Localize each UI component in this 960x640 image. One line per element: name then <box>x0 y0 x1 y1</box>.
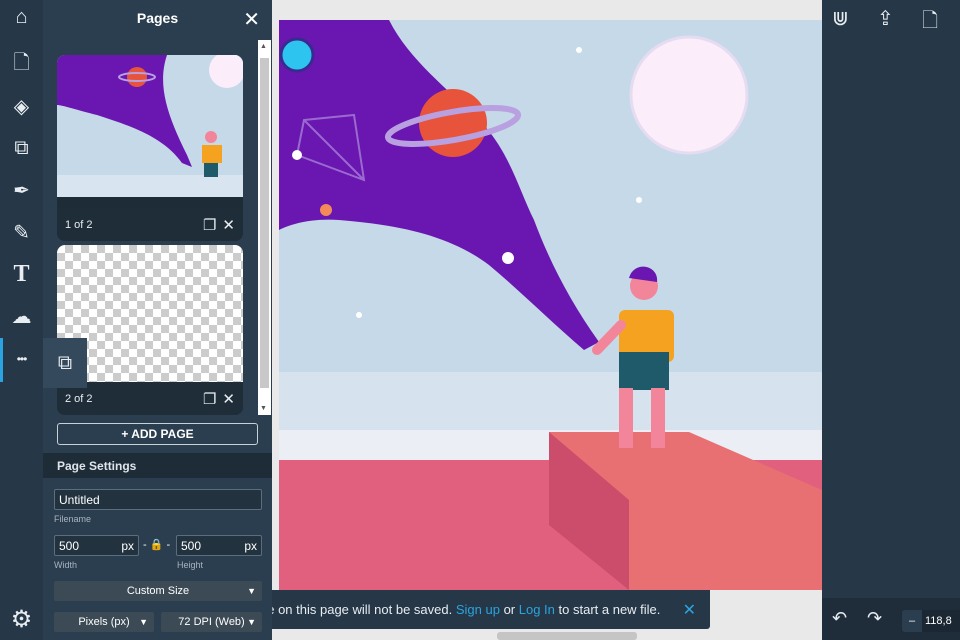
filename-label: Filename <box>54 514 92 524</box>
page-1-preview <box>57 55 243 197</box>
redo-icon[interactable]: ↷ <box>867 608 882 629</box>
delete-page-icon[interactable]: ✕ <box>222 390 235 408</box>
width-value: 500 <box>59 538 80 553</box>
toast-message: de on this page will not be saved. Sign … <box>272 602 660 617</box>
upload-icon[interactable]: ⇪ <box>877 6 894 31</box>
right-toolbar: ⋓ ⇪ 🗋 <box>822 0 960 640</box>
height-input[interactable]: 500 px <box>176 535 262 556</box>
units-value: Pixels (px) <box>78 616 130 628</box>
unsaved-warning-toast: de on this page will not be saved. Sign … <box>272 590 710 629</box>
canvas-horizontal-scrollbar[interactable] <box>497 632 637 640</box>
pages-panel: Pages ✕ 1 of 2 ❐ ✕ 2 of 2 ❐ ✕ ▲ ▼ + ADD … <box>43 0 272 640</box>
toast-text: de on this page will not be saved. <box>272 602 456 617</box>
pencil-icon[interactable]: ✎ <box>8 219 35 246</box>
filename-input[interactable]: Untitled <box>54 489 262 510</box>
magnet-icon[interactable]: ⋓ <box>832 6 849 31</box>
height-unit: px <box>244 538 257 553</box>
toast-text: to start a new file. <box>554 602 661 617</box>
chevron-down-icon: ▼ <box>247 586 256 596</box>
pen-tool-icon[interactable]: ✒ <box>8 177 35 204</box>
design-canvas[interactable] <box>279 20 822 590</box>
history-zoom-bar: ↶ ↷ – 118,8 <box>822 598 960 640</box>
page-1-footer: 1 of 2 ❐ ✕ <box>57 208 243 241</box>
height-value: 500 <box>181 538 202 553</box>
log-in-link[interactable]: Log In <box>519 602 555 617</box>
more-icon[interactable]: ••• <box>8 345 35 372</box>
chevron-down-icon: ▼ <box>139 617 148 627</box>
layers-icon[interactable]: ◈ <box>8 93 35 120</box>
aspect-lock-icon[interactable]: - 🔒 - <box>143 538 170 551</box>
height-label: Height <box>177 560 204 570</box>
filename-value: Untitled <box>59 492 100 507</box>
chevron-down-icon: ▼ <box>247 617 256 627</box>
tool-sidebar: ⌂ 🗋 ◈ ⧉ ✒ ✎ T ☁ ••• ⚙ <box>0 0 43 640</box>
size-preset-select[interactable]: Custom Size ▼ <box>54 581 262 601</box>
page-thumbnail-1[interactable]: 1 of 2 ❐ ✕ <box>57 55 243 241</box>
page-number: 1 of 2 <box>65 218 93 231</box>
undo-icon[interactable]: ↶ <box>832 608 847 629</box>
settings-gear-icon[interactable]: ⚙ <box>8 606 35 633</box>
add-page-button[interactable]: + ADD PAGE <box>57 423 258 445</box>
page-thumbnail-2[interactable]: 2 of 2 ❐ ✕ <box>57 245 243 415</box>
duplicate-page-icon[interactable]: ❐ <box>203 216 216 234</box>
delete-page-icon[interactable]: ✕ <box>222 216 235 234</box>
zoom-out-button[interactable]: – <box>902 615 922 627</box>
shapes-icon[interactable]: ⧉ <box>8 135 35 162</box>
zoom-value[interactable]: 118,8 <box>922 610 960 632</box>
page-number: 2 of 2 <box>65 392 93 405</box>
panel-title: Pages <box>136 10 179 26</box>
home-icon[interactable]: ⌂ <box>8 4 35 31</box>
duplicate-page-icon[interactable]: ❐ <box>203 390 216 408</box>
sign-up-link[interactable]: Sign up <box>456 602 500 617</box>
zoom-control: – 118,8 <box>902 610 960 632</box>
new-page-icon[interactable]: 🗋 <box>8 51 35 78</box>
close-panel-icon[interactable]: ✕ <box>243 7 260 32</box>
width-unit: px <box>121 538 134 553</box>
text-icon[interactable]: T <box>8 261 35 288</box>
page-settings-heading: Page Settings <box>43 453 272 478</box>
units-select[interactable]: Pixels (px) ▼ <box>54 612 154 632</box>
close-toast-icon[interactable]: ✕ <box>683 600 696 620</box>
width-input[interactable]: 500 px <box>54 535 139 556</box>
flyout-shapes-icon[interactable]: ⧉ <box>43 338 87 388</box>
size-preset-value: Custom Size <box>126 585 190 597</box>
width-label: Width <box>54 560 78 570</box>
thumbnails-scrollbar[interactable]: ▲ ▼ <box>258 40 271 415</box>
dpi-value: 72 DPI (Web) <box>178 616 245 628</box>
cloud-upload-icon[interactable]: ☁ <box>8 303 35 330</box>
active-indicator <box>0 338 3 382</box>
dpi-select[interactable]: 72 DPI (Web) ▼ <box>161 612 262 632</box>
export-file-icon[interactable]: 🗋 <box>922 6 938 40</box>
toast-text: or <box>499 602 519 617</box>
